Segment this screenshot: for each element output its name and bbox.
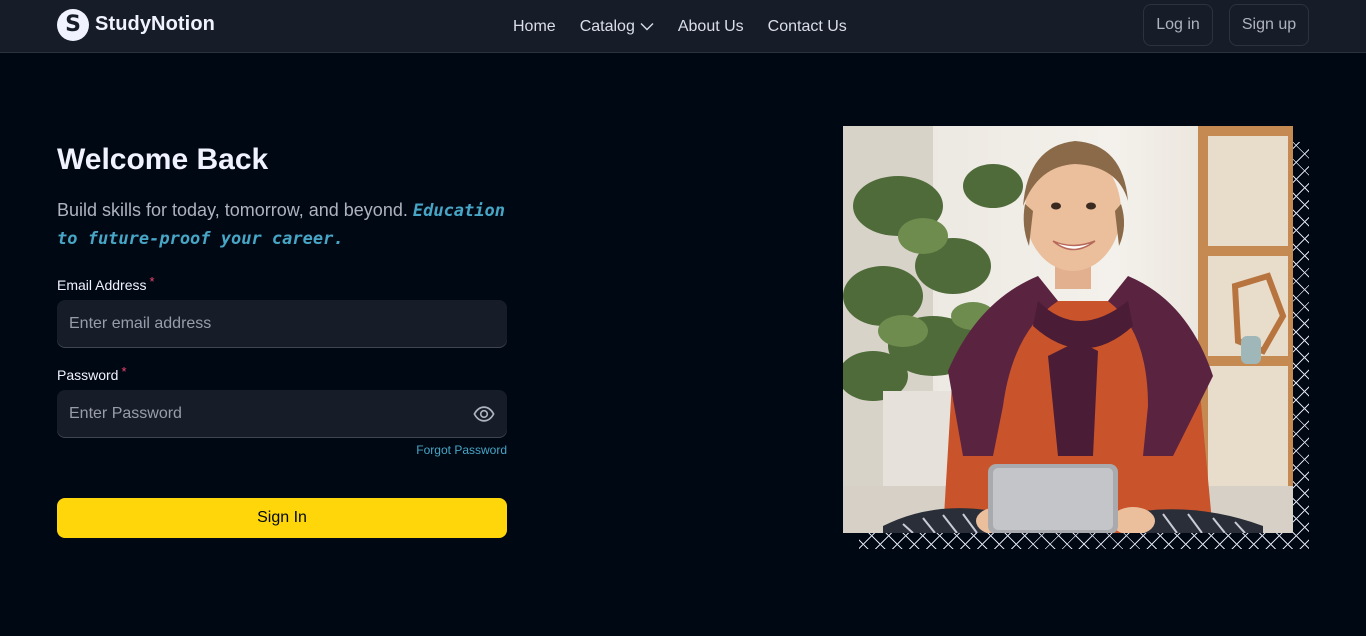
chevron-down-icon <box>640 22 654 31</box>
login-button[interactable]: Log in <box>1143 4 1213 46</box>
nav-link-catalog-label: Catalog <box>579 17 635 35</box>
brand-name: StudyNotion <box>95 13 215 35</box>
top-navbar: S StudyNotion Home Catalog About Us Cont… <box>0 0 1366 53</box>
forgot-password-link[interactable]: Forgot Password <box>57 443 507 457</box>
page-subtitle: Build skills for today, tomorrow, and be… <box>57 197 517 253</box>
email-label-text: Email Address <box>57 277 147 293</box>
email-field[interactable] <box>69 315 495 333</box>
nav-link-contact[interactable]: Contact Us <box>768 18 847 36</box>
sign-in-button[interactable]: Sign In <box>57 498 507 538</box>
brand-logo[interactable]: S StudyNotion <box>57 8 215 41</box>
logo-letter: S <box>65 11 81 37</box>
nav-link-home[interactable]: Home <box>513 18 556 36</box>
nav-link-about[interactable]: About Us <box>678 18 744 36</box>
password-field-box <box>57 390 507 438</box>
hero-student-photo <box>843 126 1293 533</box>
password-label-text: Password <box>57 367 119 383</box>
nav-link-catalog[interactable]: Catalog <box>580 18 654 36</box>
nav-links: Home Catalog About Us Contact Us <box>513 0 847 53</box>
signup-button[interactable]: Sign up <box>1229 4 1309 46</box>
page-title: Welcome Back <box>57 143 269 176</box>
password-label: Password * <box>57 364 127 383</box>
email-field-box <box>57 300 507 348</box>
subtitle-text: Build skills for today, tomorrow, and be… <box>57 200 408 220</box>
password-field[interactable] <box>69 405 495 423</box>
logo-mark-icon: S <box>57 8 89 41</box>
email-label: Email Address * <box>57 274 155 293</box>
eye-icon[interactable] <box>473 403 495 425</box>
required-mark: * <box>121 364 127 379</box>
required-mark: * <box>149 274 155 289</box>
